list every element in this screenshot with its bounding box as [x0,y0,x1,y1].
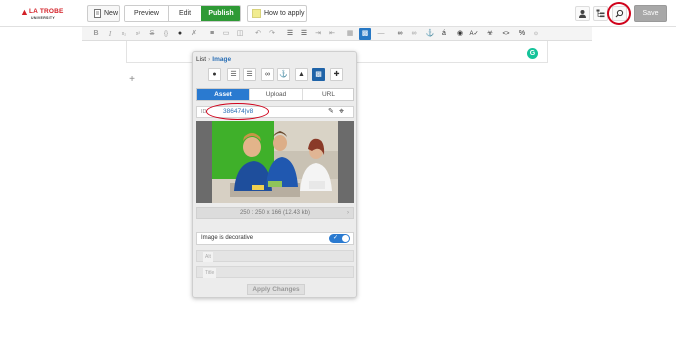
link-icon[interactable]: ∞ [261,68,274,81]
move-icon[interactable]: ✚ [330,68,343,81]
comment-icon[interactable]: ▲ [295,68,308,81]
grammarly-icon[interactable]: G [527,48,538,59]
breadcrumb-separator: › [208,56,211,63]
source-icon[interactable]: <> [500,28,512,40]
numbered-list-icon[interactable]: ☰ [243,68,256,81]
table-props-icon[interactable]: ▭ [220,28,232,40]
link-icon[interactable]: ∞ [394,28,406,40]
title-placeholder: Title [203,268,217,278]
breadcrumb: List › Image [196,56,231,63]
more-icon[interactable]: ⊙ [530,28,542,40]
search-highlight-ring [607,2,631,25]
new-page-icon [94,9,101,18]
alt-field[interactable]: Alt [196,250,354,262]
superscript-icon[interactable]: x² [132,28,144,40]
apply-changes-button[interactable]: Apply Changes [247,284,305,295]
crosshair-icon[interactable]: ⌖ [339,106,344,117]
note-icon [252,9,261,18]
edit-tab[interactable]: Edit [169,6,201,21]
align-icon[interactable]: ≡ [206,28,218,40]
source-tabs: Asset Upload URL [196,88,354,101]
subscript-icon[interactable]: x₂ [118,28,130,40]
user-button[interactable] [575,6,590,21]
breadcrumb-list[interactable]: List [196,56,206,63]
accessibility-icon[interactable]: ☣ [484,28,496,40]
code-icon[interactable]: {} [160,28,172,40]
split-icon[interactable]: ◫ [234,28,246,40]
indent-icon[interactable]: ⇥ [312,28,324,40]
decorative-label: Image is decorative [201,235,254,241]
title-field[interactable]: Title [196,266,354,278]
latrobe-logo[interactable]: ▲ LA TROBE UNIVERSITY [20,8,63,22]
preview-tab[interactable]: Preview [125,6,169,21]
how-to-apply-button[interactable]: How to apply [247,5,307,22]
structure-button[interactable] [593,6,608,21]
numbered-list-icon[interactable]: ☰ [298,28,310,40]
text-color-icon[interactable]: ● [174,28,186,40]
redo-icon[interactable]: ↷ [266,28,278,40]
decorative-row: Image is decorative ✓ [196,232,354,245]
image-icon[interactable]: ▩ [359,28,371,40]
toggle-knob [342,235,349,242]
top-bar: ▲ LA TROBE UNIVERSITY New Preview Edit P… [0,0,676,27]
italic-button[interactable]: I [104,28,116,40]
image-dimensions-text: 250 : 250 x 166 (12.43 kb) [239,210,311,216]
check-icon: ✓ [333,235,339,241]
special-char-icon[interactable]: á [438,28,450,40]
percent-button[interactable]: % [516,28,528,40]
horizontal-rule-icon[interactable]: — [375,28,387,40]
logo-name: LA TROBE [29,8,64,15]
find-icon[interactable]: ◉ [454,28,466,40]
pencil-icon[interactable]: ✎ [328,107,334,117]
logo-subtitle: UNIVERSITY [31,16,56,20]
breadcrumb-image: Image [212,56,232,63]
undo-icon[interactable]: ↶ [252,28,264,40]
tab-asset[interactable]: Asset [197,89,249,100]
spellcheck-icon[interactable]: A✓ [468,28,480,40]
user-icon [579,10,586,18]
tab-upload[interactable]: Upload [249,89,302,100]
outdent-icon[interactable]: ⇤ [326,28,338,40]
bullet-list-icon[interactable]: ☰ [227,68,240,81]
add-block-icon[interactable]: + [127,75,137,85]
asset-id-highlight-ring [206,103,269,120]
decorative-toggle[interactable]: ✓ [329,234,350,243]
table-icon[interactable]: ▦ [344,28,356,40]
anchor-icon[interactable]: ⚓ [277,68,290,81]
how-to-apply-label: How to apply [264,10,305,17]
publish-button[interactable]: Publish [201,6,240,21]
alt-placeholder: Alt [203,252,213,262]
bullet-list-icon[interactable]: ☰ [284,28,296,40]
mode-switch: Preview Edit Publish [124,5,241,22]
unlink-icon[interactable]: ∞ [408,28,420,40]
clear-format-icon[interactable]: ✗ [188,28,200,40]
chevron-right-icon[interactable]: › [347,208,349,218]
tree-icon [596,9,605,18]
anchor-icon[interactable]: ⚓ [424,28,436,40]
image-preview [196,121,354,203]
students-photo [212,121,338,203]
new-button-label: New [104,10,119,17]
color-drop-icon[interactable]: ● [208,68,221,81]
save-button[interactable]: Save [634,5,667,22]
image-properties-panel: List › Image ● ☰ ☰ ∞ ⚓ ▲ ▩ ✚ Asset Upload … [192,51,357,298]
image-dimensions: 250 : 250 x 166 (12.43 kb) › [196,207,354,219]
tab-url[interactable]: URL [302,89,354,100]
bold-button[interactable]: B [90,28,102,40]
image-icon[interactable]: ▩ [312,68,325,81]
formatting-toolbar: B I x₂ x² S {} ● ✗ ≡ ▭ ◫ ↶ ↷ ☰ ☰ ⇥ ⇤ ▦ ▩… [82,27,592,41]
strikethrough-icon[interactable]: S [146,28,158,40]
new-button[interactable]: New [87,5,120,22]
